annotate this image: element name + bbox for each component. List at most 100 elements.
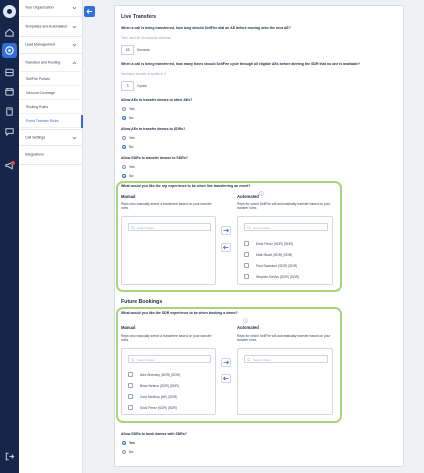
sdr-book-question: Allow SDRs to book demos with SDRs? [121,432,187,436]
cycles-unit: Cycles [137,84,147,88]
manual-search-input[interactable]: Search Reps [128,355,211,363]
sdr-book-no-radio[interactable] [122,450,126,454]
nav-sub-label: Event Transfer Rules [26,119,59,123]
rep-name: Alex Shensky (SDR) (SDR) [140,372,181,377]
manual-title: Manual [121,325,136,330]
home-icon[interactable] [4,27,15,38]
nav-item-organization[interactable]: Your Organization [19,0,83,17]
ae-to-sdr-no-radio[interactable] [122,145,126,149]
book-icon[interactable] [4,106,15,117]
nav-item-integrations[interactable]: Integrations [19,146,83,165]
automated-title: Automated [237,325,259,330]
notification-dot [11,161,15,165]
rep-checkbox[interactable] [128,405,133,410]
rep-name: Cory McAlroy (AE) (SDR) [140,394,178,399]
nav-sub-routing-rules[interactable]: Routing Rules [19,101,83,114]
nav-sub-portals[interactable]: SellFire Portals [19,73,83,86]
nav-item-label: Templates and Automation [25,24,68,28]
info-icon[interactable] [243,310,248,323]
search-icon [131,357,135,362]
sdr-book-yes-radio[interactable] [122,441,126,445]
rep-name: Stephen DeVos (SDR) (SDR) [256,274,300,279]
cycles-hint: Maximum number of cycles is 3 [121,72,166,76]
search-placeholder: Search Reps [137,358,155,362]
nav-sub-label: Routing Rules [26,105,48,109]
move-right-button[interactable] [221,226,231,235]
nav-sub-label: Inbound Coverage [26,91,55,95]
automated-title: Automated [237,194,259,199]
automated-description: Reps for which SellFire will automatical… [237,334,331,343]
nav-item-lead-management[interactable]: Lead Management [19,37,83,54]
chevron-down-icon [72,6,77,11]
cycles-input[interactable]: 3 [121,81,134,91]
radio-label: No [129,450,134,454]
chevron-down-icon [72,43,77,48]
manual-search-input[interactable]: Search Reps [128,223,211,231]
nav-sub-label: SellFire Portals [26,77,50,81]
manual-reps-panel: Search Reps [121,216,216,285]
rep-checkbox[interactable] [244,252,249,257]
rep-name: Brian Nelson (SDR) (SDR) [140,383,180,388]
cycles-question: When a call is being transferred, how ma… [121,62,361,66]
move-left-button[interactable] [221,374,231,383]
rep-checkbox[interactable] [128,394,133,399]
radio-label: No [129,174,134,178]
chevron-down-icon [72,24,77,29]
search-placeholder: Search Reps [253,358,271,362]
search-icon [131,225,135,230]
manual-description: Reps who manually select a transferee ba… [121,334,212,343]
settings-card: Live Transfers When a call is being tran… [114,5,404,467]
info-icon[interactable] [259,183,264,196]
ae-to-ae-yes-radio[interactable] [122,107,126,111]
search-placeholder: Search Reps [137,226,155,230]
sdr-to-sdr-no-radio[interactable] [122,174,126,178]
settings-nav: Your Organization Templates and Automati… [19,0,83,473]
manual-description: Reps who manually select a transferee ba… [121,202,212,211]
automated-search-input[interactable]: Search Reps [244,223,328,231]
manual-title: Manual [121,194,136,199]
ae-to-ae-no-radio[interactable] [122,116,126,120]
rep-checkbox[interactable] [244,274,249,279]
dial-time-unit: Seconds [137,48,150,52]
search-icon [247,225,251,230]
inbox-icon[interactable] [4,67,15,78]
radio-label: Yes [129,136,135,140]
search-icon [247,357,251,362]
rep-name: Matt Stuart (SDR) (SDR) [256,252,293,257]
collapse-nav-button[interactable] [84,6,95,17]
radio-label: Yes [129,165,135,169]
manual-reps-panel: Search Reps Alex Shensky (SDR) (SDR) Bri… [121,348,216,415]
chat-icon[interactable] [4,126,15,137]
nav-item-label: Call Settings [25,135,46,139]
nav-item-templates[interactable]: Templates and Automation [19,17,83,37]
radio-label: Yes [129,107,135,111]
rep-checkbox[interactable] [128,372,133,377]
move-right-button[interactable] [221,358,231,367]
ae-to-ae-question: Allow AEs to transfer demos to other AEs… [121,98,193,102]
radio-label: Yes [129,441,135,445]
calendar-icon[interactable] [4,86,15,97]
rep-checkbox[interactable] [244,241,249,246]
nav-sub-inbound-coverage[interactable]: Inbound Coverage [19,87,83,100]
logo-icon[interactable] [3,5,16,18]
future-bookings-title: Future Bookings [121,299,163,305]
nav-item-label: Lead Management [25,42,55,47]
dial-time-input[interactable]: 15 [121,45,134,55]
radio-label: No [129,145,134,149]
dial-time-question: When a call is being transferred, how lo… [121,26,291,30]
nav-sub-event-transfer-rules[interactable]: Event Transfer Rules [19,115,83,128]
ae-to-sdr-yes-radio[interactable] [122,136,126,140]
nav-item-transfers-routing[interactable]: Transfers and Routing [19,54,83,72]
nav-item-call-settings[interactable]: Call Settings [19,129,83,146]
rep-checkbox[interactable] [128,383,133,388]
chevron-down-icon [72,135,77,140]
rep-checkbox[interactable] [244,263,249,268]
search-placeholder: Search Reps [253,226,271,230]
move-left-button[interactable] [221,243,231,252]
nav-item-label: Your Organization [25,5,54,10]
target-icon[interactable] [2,43,17,58]
automated-search-input[interactable]: Search Reps [244,355,328,363]
logout-icon[interactable] [4,451,15,462]
sdr-to-sdr-yes-radio[interactable] [122,165,126,169]
dial-time-hint: Time must be 30 seconds minimum [121,36,172,40]
